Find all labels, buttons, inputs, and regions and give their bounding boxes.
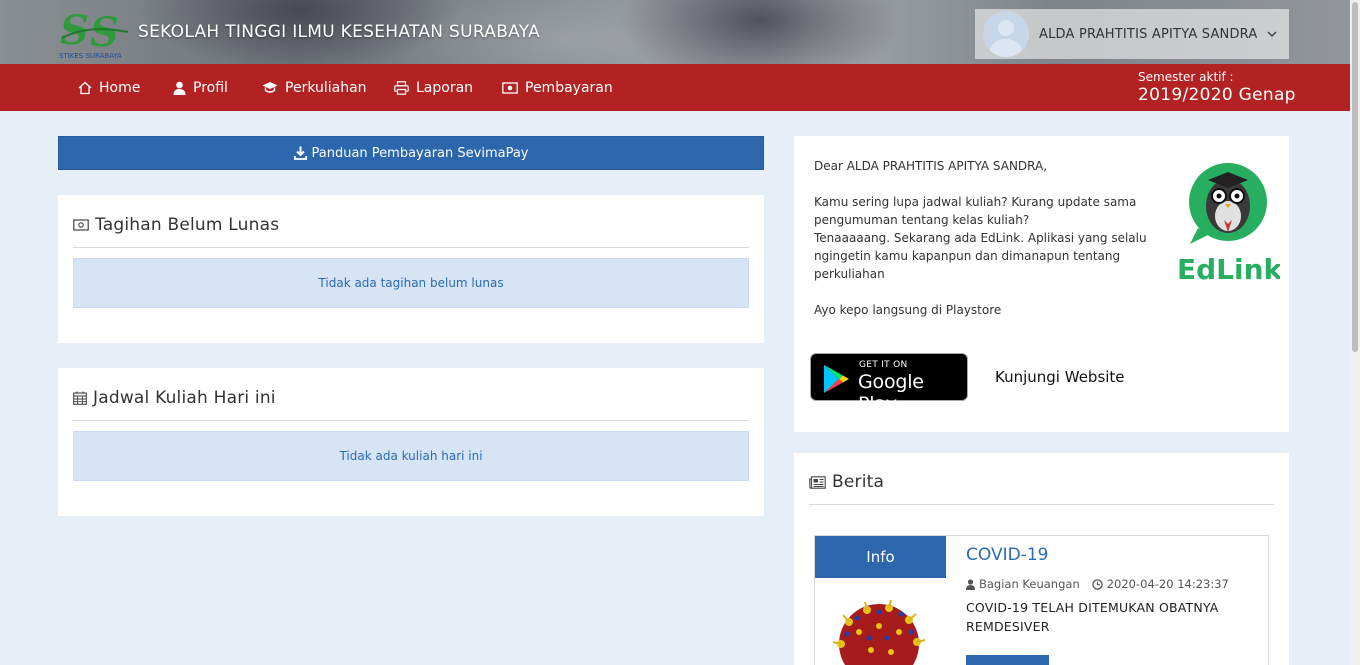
nav-label-pembayaran: Pembayaran [525, 79, 613, 96]
edlink-line-1: Kamu sering lupa jadwal kuliah? Kurang u… [814, 195, 1137, 227]
divider [73, 420, 749, 421]
scrollbar-thumb[interactable] [1352, 2, 1358, 352]
user-name: ALDA PRAHTITIS APITYA SANDRA [1039, 26, 1258, 42]
calendar-icon [73, 391, 87, 405]
avatar [983, 11, 1029, 57]
guide-button-label: Panduan Pembayaran SevimaPay [311, 145, 529, 161]
graduation-cap-icon [262, 81, 278, 94]
sevimapay-guide-button[interactable]: Panduan Pembayaran SevimaPay [58, 136, 764, 170]
home-icon [78, 81, 92, 95]
nav-label-laporan: Laporan [416, 79, 474, 96]
chevron-down-icon [1267, 28, 1278, 41]
berita-title: Berita [809, 472, 884, 492]
top-header: S S STIKES SURABAYA SEKOLAH TINGGI ILMU … [0, 0, 1350, 64]
svg-text:S: S [90, 9, 119, 56]
news-card[interactable]: Info COVID-19 Bagian Keuangan 2020-04-20… [814, 535, 1269, 665]
jadwal-title: Jadwal Kuliah Hari ini [73, 388, 276, 408]
read-more-button[interactable] [966, 655, 1049, 665]
clock-icon [1091, 578, 1103, 590]
edlink-logo: EdLink [1177, 163, 1280, 285]
active-semester: Semester aktif : 2019/2020 Genap [1138, 70, 1296, 105]
tagihan-empty-alert: Tidak ada tagihan belum lunas [73, 258, 749, 308]
money-icon [73, 219, 89, 231]
money-icon [502, 81, 518, 94]
semester-value: 2019/2020 Genap [1138, 85, 1296, 105]
news-summary: COVID-19 TELAH DITEMUKAN OBATNYA REMDESI… [966, 600, 1219, 634]
download-icon [293, 146, 307, 160]
edlink-greeting: Dear ALDA PRAHTITIS APITYA SANDRA, [814, 159, 1048, 173]
user-icon [966, 578, 975, 590]
nav-item-home[interactable]: Home [78, 64, 140, 111]
newspaper-icon [809, 475, 826, 489]
news-datetime: 2020-04-20 14:23:37 [1106, 577, 1229, 591]
nav-label-profil: Profil [193, 79, 228, 96]
stikes-logo[interactable]: S S STIKES SURABAYA [58, 8, 132, 60]
tagihan-title-text: Tagihan Belum Lunas [95, 215, 280, 235]
news-thumbnail-virus-image [819, 582, 943, 665]
institution-title: SEKOLAH TINGGI ILMU KESEHATAN SURABAYA [138, 22, 541, 42]
user-menu[interactable]: ALDA PRAHTITIS APITYA SANDRA [975, 9, 1289, 59]
nav-item-perkuliahan[interactable]: Perkuliahan [262, 64, 367, 111]
edlink-line-2: Tenaaaaang. Sekarang ada EdLink. Aplikas… [814, 231, 1147, 281]
berita-title-text: Berita [832, 472, 885, 492]
gplay-small-text: GET IT ON [859, 360, 908, 370]
nav-label-perkuliahan: Perkuliahan [285, 79, 367, 96]
visit-website-link[interactable]: Kunjungi Website [995, 368, 1125, 386]
tagihan-title: Tagihan Belum Lunas [73, 215, 279, 235]
news-category-badge: Info [815, 536, 946, 578]
nav-item-pembayaran[interactable]: Pembayaran [502, 64, 613, 111]
google-play-badge[interactable]: GET IT ON Google Play [810, 353, 968, 415]
nav-label-home: Home [99, 79, 141, 96]
jadwal-title-text: Jadwal Kuliah Hari ini [93, 388, 276, 408]
print-icon [394, 80, 409, 95]
nav-item-profil[interactable]: Profil [173, 64, 228, 111]
edlink-message: Dear ALDA PRAHTITIS APITYA SANDRA, Kamu … [814, 157, 1154, 319]
logo-text: STIKES SURABAYA [59, 52, 122, 60]
nav-item-laporan[interactable]: Laporan [394, 64, 473, 111]
semester-label: Semester aktif : [1138, 70, 1234, 84]
news-author: Bagian Keuangan [979, 577, 1080, 591]
divider [809, 504, 1274, 505]
jadwal-empty-alert: Tidak ada kuliah hari ini [73, 431, 749, 481]
divider [73, 247, 749, 248]
user-icon [173, 81, 186, 95]
main-navbar: Home Profil Perkuliahan Laporan Pembayar… [0, 64, 1350, 111]
news-meta: Bagian Keuangan 2020-04-20 14:23:37 [966, 577, 1229, 591]
gplay-big-text: Google Play [858, 371, 924, 415]
page-scrollbar[interactable] [1350, 0, 1360, 665]
edlink-brand-text: EdLink [1177, 253, 1280, 285]
news-title[interactable]: COVID-19 [966, 545, 1048, 565]
edlink-line-3: Ayo kepo langsung di Playstore [814, 303, 1002, 317]
google-play-icon [824, 365, 849, 393]
